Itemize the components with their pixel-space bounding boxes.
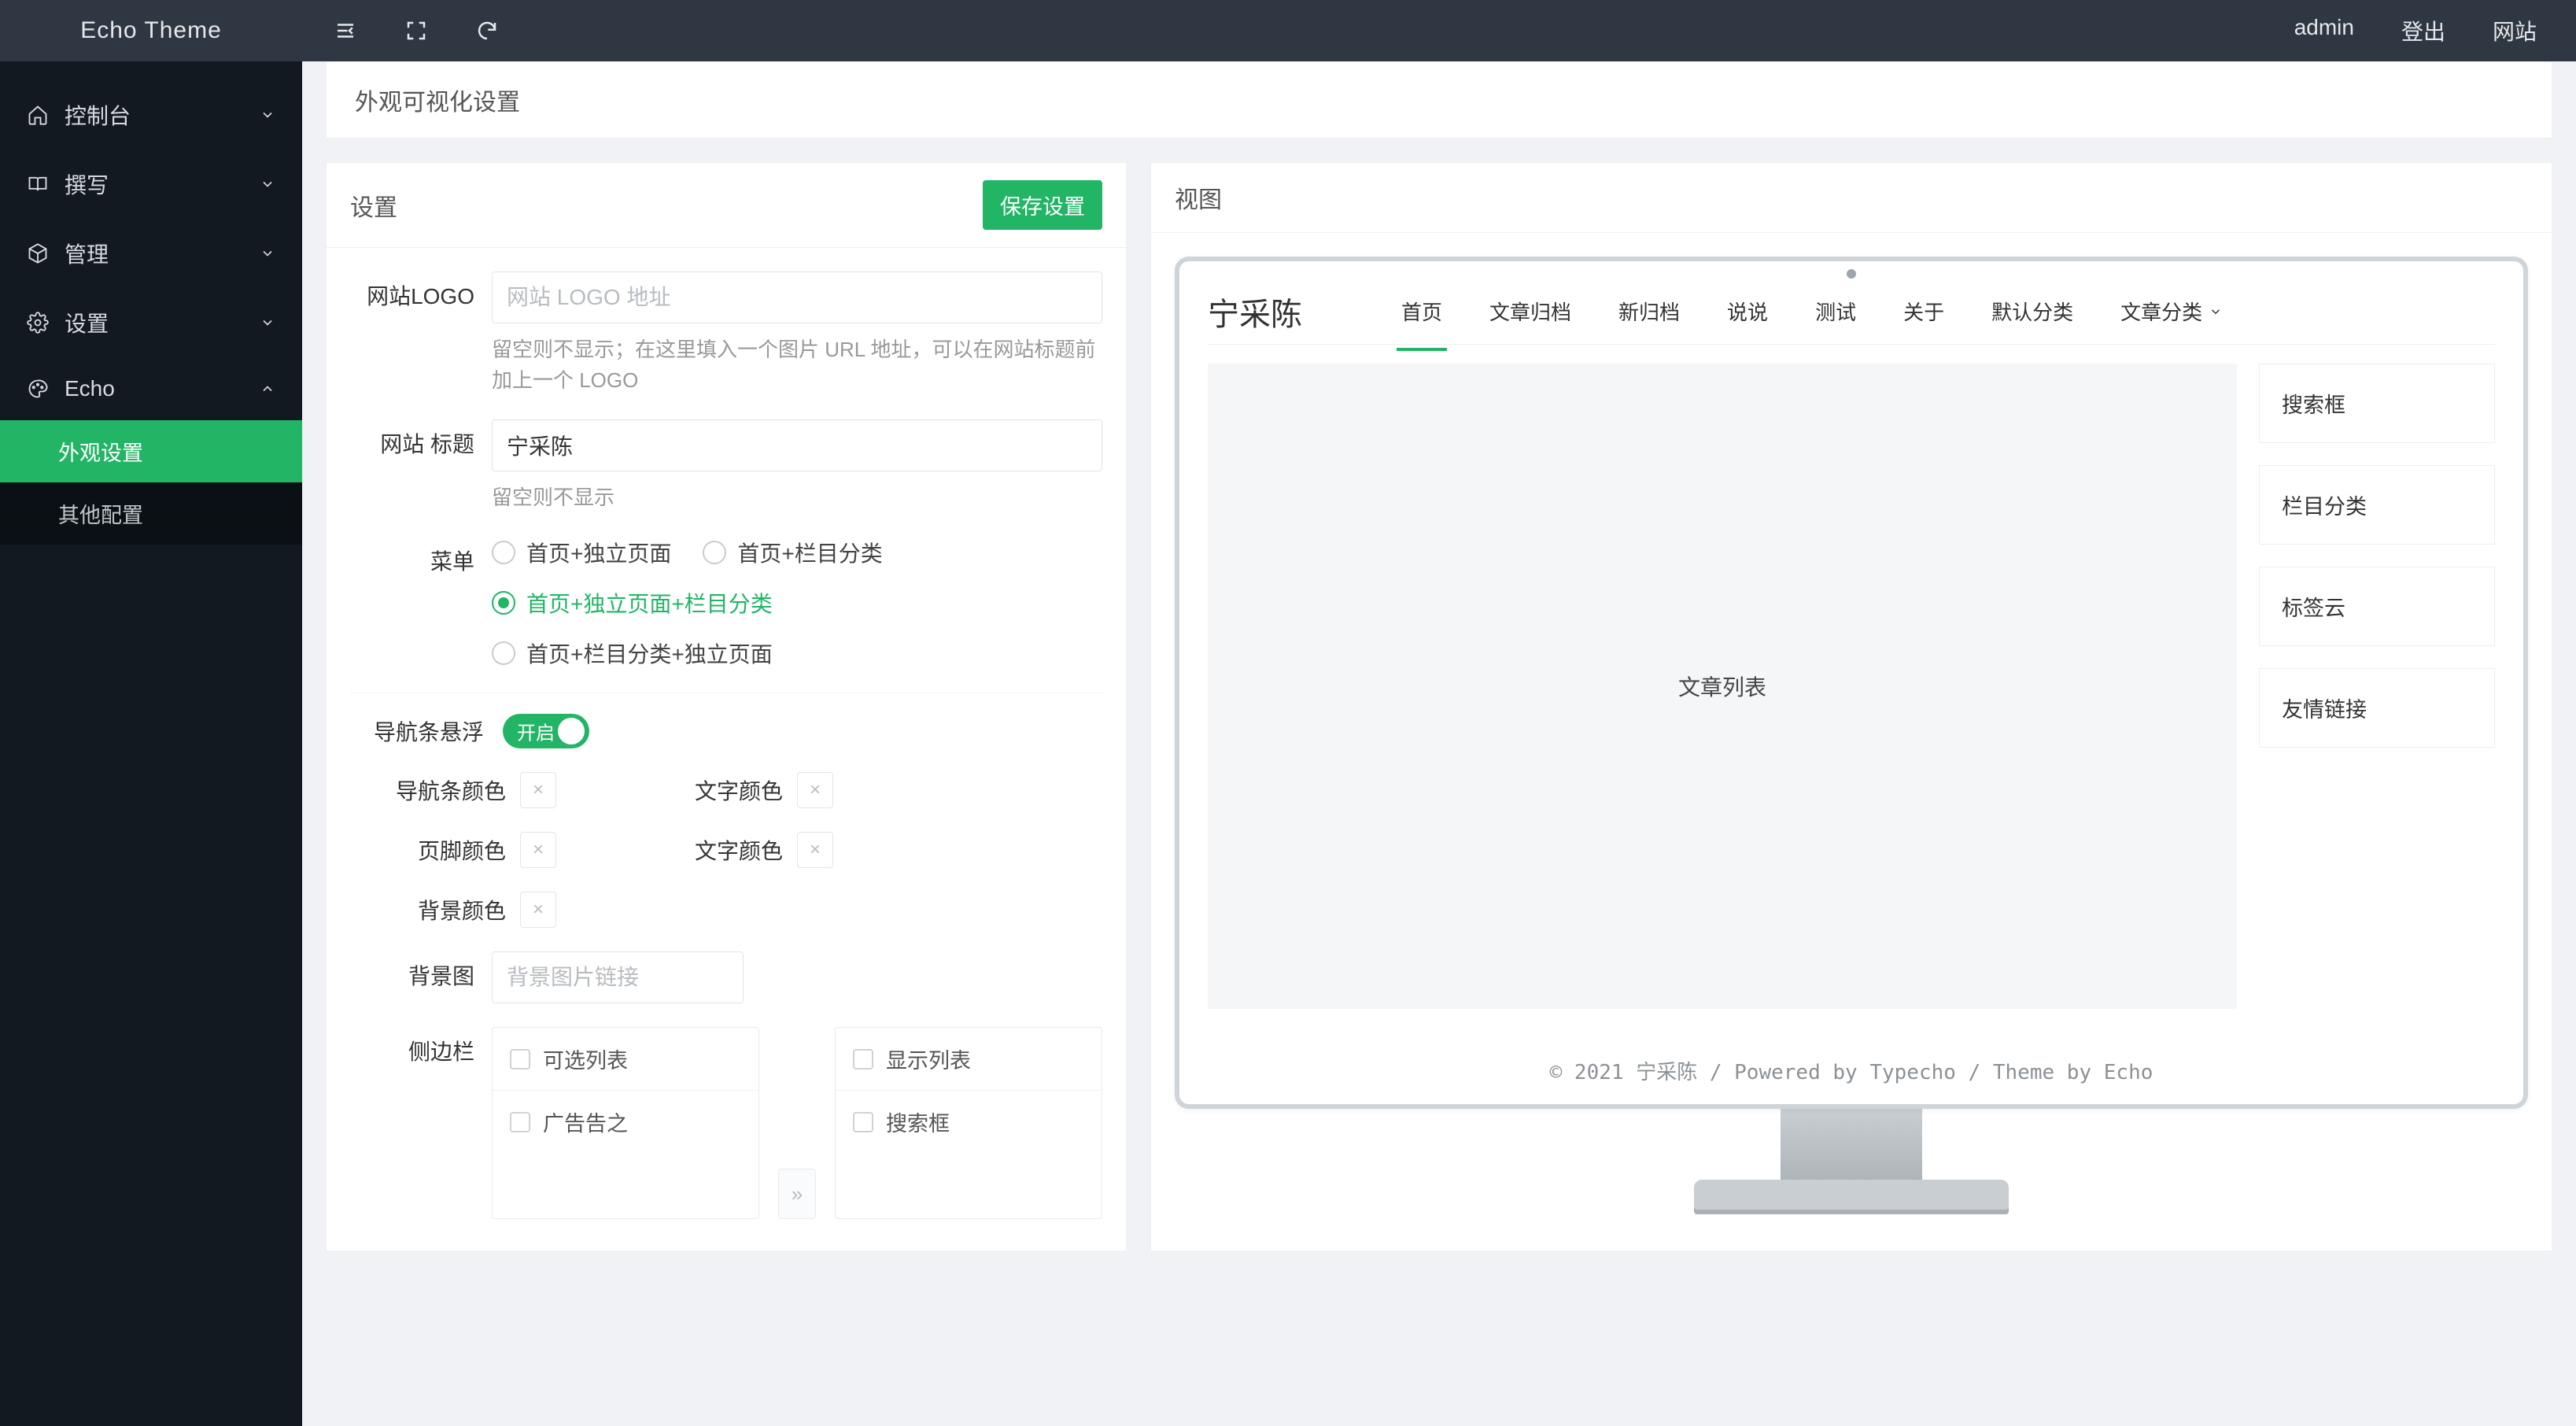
title-input[interactable]	[492, 419, 1102, 471]
brand-title: Echo Theme	[0, 17, 302, 44]
preview-main-text: 文章列表	[1678, 671, 1766, 702]
sidebar-item-label: Echo	[65, 376, 115, 401]
preview-widget: 友情链接	[2259, 668, 2495, 748]
bgcolor-label: 背景颜色	[374, 894, 506, 925]
preview-widget: 栏目分类	[2259, 465, 2495, 545]
palette-icon	[27, 378, 49, 400]
preview-site-title: 宁采陈	[1208, 289, 1302, 334]
menu-label: 菜单	[350, 537, 492, 577]
footercolor-swatch[interactable]: ×	[520, 832, 556, 868]
gear-icon	[27, 312, 49, 334]
preview-menu-item[interactable]: 新归档	[1614, 283, 1685, 340]
menu-radio-3[interactable]: 首页+独立页面+栏目分类	[492, 587, 1102, 619]
sidebar-cfg-label: 侧边栏	[350, 1027, 492, 1067]
bgcolor-swatch[interactable]: ×	[520, 892, 556, 928]
settings-panel: 设置 保存设置 网站LOGO 留空则不显示；在这里填入一个图片 URL 地址，可…	[326, 162, 1127, 1251]
sidebar-item-manage[interactable]: 管理	[0, 219, 302, 288]
sidebar-item-label: 撰写	[65, 168, 109, 200]
save-button[interactable]: 保存设置	[983, 180, 1102, 230]
navcolor-label: 导航条颜色	[374, 774, 506, 806]
logo-hint: 留空则不显示；在这里填入一个图片 URL 地址，可以在网站标题前加上一个 LOG…	[492, 334, 1102, 396]
preview-sidebar: 搜索框 栏目分类 标签云 友情链接	[2259, 364, 2495, 1009]
preview-menu-dropdown[interactable]: 文章分类	[2116, 283, 2227, 340]
chevron-down-icon	[260, 315, 275, 331]
sidebar-item-label: 设置	[65, 307, 109, 338]
textcolor2-swatch[interactable]: ×	[797, 832, 833, 868]
logo-label: 网站LOGO	[350, 272, 492, 312]
preview-menu-item[interactable]: 首页	[1397, 283, 1447, 340]
textcolor-swatch[interactable]: ×	[797, 772, 833, 808]
check-item[interactable]: 显示列表	[836, 1028, 1102, 1091]
switch-knob	[558, 718, 585, 744]
home-icon	[27, 104, 49, 126]
textcolor-label: 文字颜色	[651, 774, 783, 806]
chevron-up-icon	[260, 381, 275, 397]
title-label: 网站 标题	[350, 419, 492, 460]
preview-nav: 宁采陈 首页 文章归档 新归档 说说 测试 关于 默认分类	[1208, 288, 2495, 345]
check-item[interactable]: 可选列表	[493, 1028, 758, 1091]
settings-title: 设置	[350, 188, 397, 223]
chevron-down-icon	[260, 176, 275, 192]
transfer-arrow[interactable]: »	[778, 1169, 816, 1219]
menu-radio-1[interactable]: 首页+独立页面	[492, 537, 671, 568]
sidebar: 控制台 撰写 管理 设置	[0, 61, 302, 1426]
preview-footer: © 2021 宁采陈 / Powered by Typecho / Theme …	[1208, 1056, 2495, 1085]
collapse-menu-icon[interactable]	[334, 19, 357, 42]
admin-link[interactable]: admin	[2294, 15, 2354, 46]
logout-link[interactable]: 登出	[2401, 15, 2445, 46]
preview-menu-item[interactable]: 文章归档	[1485, 283, 1576, 340]
bgimg-label: 背景图	[350, 951, 492, 992]
textcolor2-label: 文字颜色	[651, 834, 783, 866]
check-item[interactable]: 搜索框	[836, 1091, 1102, 1153]
preview-menu-item[interactable]: 测试	[1810, 283, 1861, 340]
preview-menu-item[interactable]: 说说	[1722, 283, 1773, 340]
preview-widget: 标签云	[2259, 567, 2495, 646]
chevron-down-icon	[2209, 305, 2223, 319]
top-actions	[302, 19, 2294, 42]
footercolor-label: 页脚颜色	[374, 834, 506, 866]
preview-menu-item[interactable]: 关于	[1899, 283, 1949, 340]
site-link[interactable]: 网站	[2493, 15, 2537, 46]
chevron-down-icon	[260, 107, 275, 123]
navcolor-swatch[interactable]: ×	[520, 772, 556, 808]
bgimg-input[interactable]	[492, 951, 744, 1003]
preview-menu-item[interactable]: 默认分类	[1987, 283, 2078, 340]
checks-left: 可选列表 广告告之	[492, 1027, 759, 1219]
preview-widget: 搜索框	[2259, 364, 2495, 443]
camera-dot	[1847, 269, 1856, 279]
preview-monitor: 宁采陈 首页 文章归档 新归档 说说 测试 关于 默认分类	[1175, 257, 2528, 1214]
cube-icon	[27, 242, 49, 264]
view-panel: 视图 宁采陈 首页 文章归档	[1150, 162, 2552, 1251]
main-content: 外观可视化设置 设置 保存设置 网站LOGO 留空则不显示；在这里填入一个图片 …	[302, 61, 2576, 1426]
preview-main-area: 文章列表	[1208, 364, 2237, 1009]
sidebar-item-echo[interactable]: Echo	[0, 357, 302, 420]
refresh-icon[interactable]	[475, 19, 499, 42]
sidebar-item-write[interactable]: 撰写	[0, 150, 302, 219]
sidebar-item-label: 管理	[65, 238, 109, 269]
topbar: Echo Theme admin 登出 网站	[0, 0, 2576, 61]
book-icon	[27, 173, 49, 195]
sidebar-item-settings[interactable]: 设置	[0, 288, 302, 357]
monitor-stand	[1175, 1109, 2528, 1214]
check-item[interactable]: 广告告之	[493, 1091, 758, 1153]
logo-input[interactable]	[492, 272, 1102, 323]
navfloat-label: 导航条悬浮	[374, 715, 484, 747]
chevron-down-icon	[260, 246, 275, 261]
breadcrumb: 外观可视化设置	[326, 61, 2552, 139]
view-title: 视图	[1175, 180, 1222, 215]
sidebar-sub-other[interactable]: 其他配置	[0, 482, 302, 545]
menu-radio-4[interactable]: 首页+栏目分类+独立页面	[492, 637, 1102, 669]
title-hint: 留空则不显示	[492, 482, 1102, 513]
fullscreen-icon[interactable]	[404, 19, 428, 42]
sidebar-item-label: 控制台	[65, 99, 131, 131]
navfloat-switch[interactable]: 开启	[503, 714, 589, 748]
sidebar-sub-appearance[interactable]: 外观设置	[0, 420, 302, 482]
menu-radio-2[interactable]: 首页+栏目分类	[703, 537, 882, 568]
sidebar-item-console[interactable]: 控制台	[0, 80, 302, 150]
checks-right: 显示列表 搜索框	[835, 1027, 1102, 1219]
top-right-links: admin 登出 网站	[2294, 15, 2576, 46]
